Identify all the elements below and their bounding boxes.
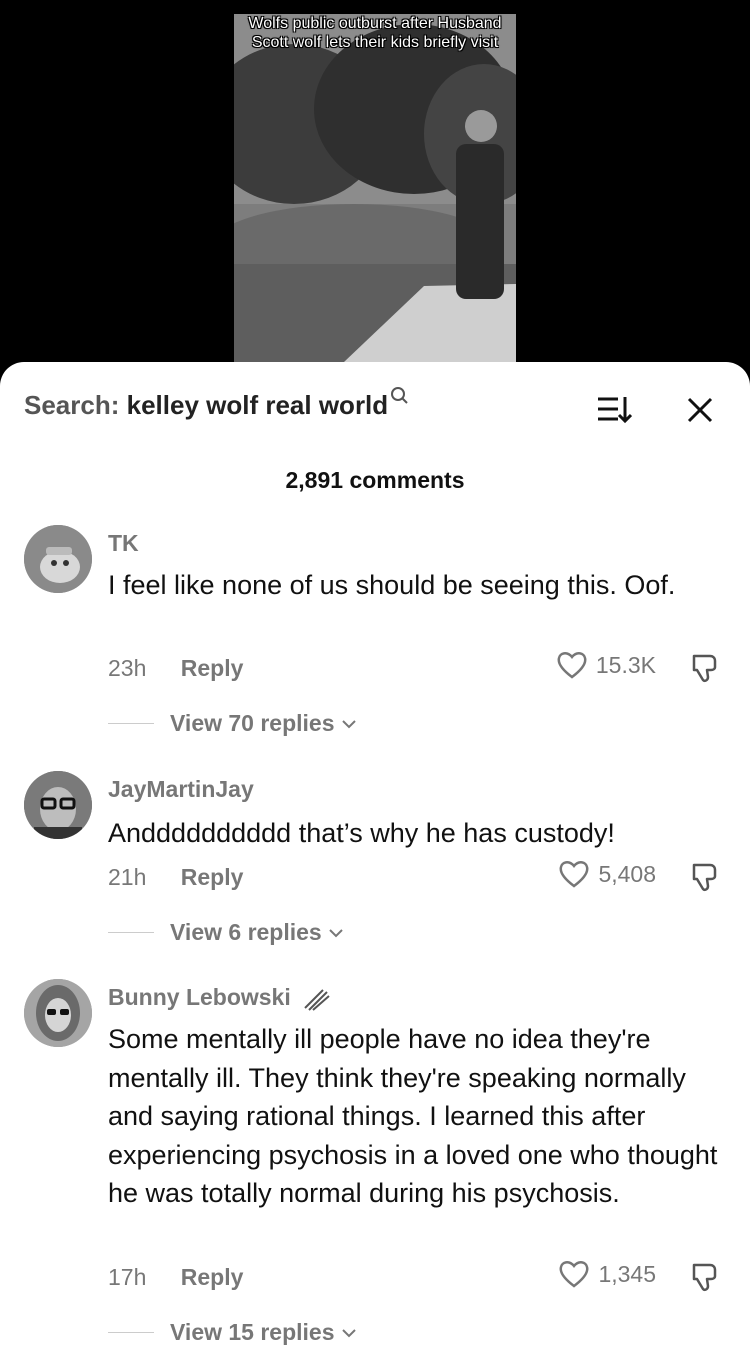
avatar[interactable] bbox=[24, 771, 92, 839]
thumbs-down-icon[interactable] bbox=[688, 1261, 720, 1293]
comment-text: Andddddddddd that’s why he has custody! bbox=[108, 818, 615, 848]
reply-button[interactable]: Reply bbox=[181, 655, 244, 681]
like-button[interactable]: 1,345 bbox=[558, 1259, 656, 1289]
magnifier-icon bbox=[391, 387, 408, 404]
view-replies-label: View 6 replies bbox=[170, 919, 322, 945]
like-count: 5,408 bbox=[598, 860, 656, 887]
comment-username[interactable]: Bunny Lebowski bbox=[108, 984, 331, 1012]
comment-text: I feel like none of us should be seeing … bbox=[108, 570, 676, 600]
sort-icon[interactable] bbox=[596, 394, 632, 426]
video-area[interactable]: Wolfs public outburst after Husband Scot… bbox=[0, 0, 750, 380]
thumbs-down-icon[interactable] bbox=[688, 652, 720, 684]
heart-icon bbox=[559, 861, 589, 888]
close-icon[interactable] bbox=[686, 396, 714, 424]
chevron-down-icon bbox=[341, 1328, 356, 1337]
comment-meta: 23h Reply bbox=[108, 655, 243, 682]
heart-icon bbox=[557, 652, 587, 679]
comment-meta: 21h Reply bbox=[108, 864, 243, 891]
view-replies-button[interactable]: View 15 replies bbox=[108, 1319, 357, 1346]
avatar-image bbox=[24, 979, 92, 1047]
view-replies-button[interactable]: View 70 replies bbox=[108, 710, 357, 737]
avatar-image bbox=[24, 771, 92, 839]
like-count: 1,345 bbox=[598, 1260, 656, 1287]
video-caption: Wolfs public outburst after Husband Scot… bbox=[248, 15, 502, 51]
chevron-down-icon bbox=[341, 719, 356, 728]
like-button[interactable]: 15.3K bbox=[556, 650, 656, 680]
comments-sheet: Search: kelley wolf real world 2,891 com… bbox=[0, 362, 750, 1347]
divider bbox=[108, 1332, 154, 1333]
like-button[interactable]: 5,408 bbox=[558, 859, 656, 889]
avatar[interactable] bbox=[24, 525, 92, 593]
comment-username[interactable]: TK bbox=[108, 530, 139, 557]
comment-time: 23h bbox=[108, 655, 147, 681]
emoji-icon bbox=[304, 989, 330, 1011]
divider bbox=[108, 723, 154, 724]
comment-username[interactable]: JayMartinJay bbox=[108, 776, 254, 803]
chevron-down-icon bbox=[329, 928, 343, 937]
comment-time: 21h bbox=[108, 864, 147, 890]
avatar[interactable] bbox=[24, 979, 92, 1047]
like-count: 15.3K bbox=[595, 651, 656, 678]
video-scene bbox=[234, 14, 516, 362]
video-thumbnail[interactable]: Wolfs public outburst after Husband Scot… bbox=[234, 14, 516, 362]
reply-button[interactable]: Reply bbox=[181, 864, 244, 890]
thumbs-down-icon[interactable] bbox=[688, 861, 720, 893]
comment-text: Some mentally ill people have no idea th… bbox=[108, 1024, 718, 1208]
comment-username-text: Bunny Lebowski bbox=[108, 984, 291, 1010]
comments-count: 2,891 comments bbox=[285, 467, 465, 493]
heart-icon bbox=[559, 1261, 589, 1288]
view-replies-label: View 15 replies bbox=[170, 1319, 335, 1345]
comment-meta: 17h Reply bbox=[108, 1264, 243, 1291]
search-query[interactable]: Search: kelley wolf real world bbox=[24, 387, 408, 421]
reply-button[interactable]: Reply bbox=[181, 1264, 244, 1290]
comment-time: 17h bbox=[108, 1264, 147, 1290]
avatar-image bbox=[24, 525, 92, 593]
search-text: kelley wolf real world bbox=[126, 390, 389, 420]
view-replies-button[interactable]: View 6 replies bbox=[108, 919, 344, 946]
view-replies-label: View 70 replies bbox=[170, 710, 335, 736]
search-prefix: Search: bbox=[24, 390, 120, 420]
divider bbox=[108, 932, 154, 933]
